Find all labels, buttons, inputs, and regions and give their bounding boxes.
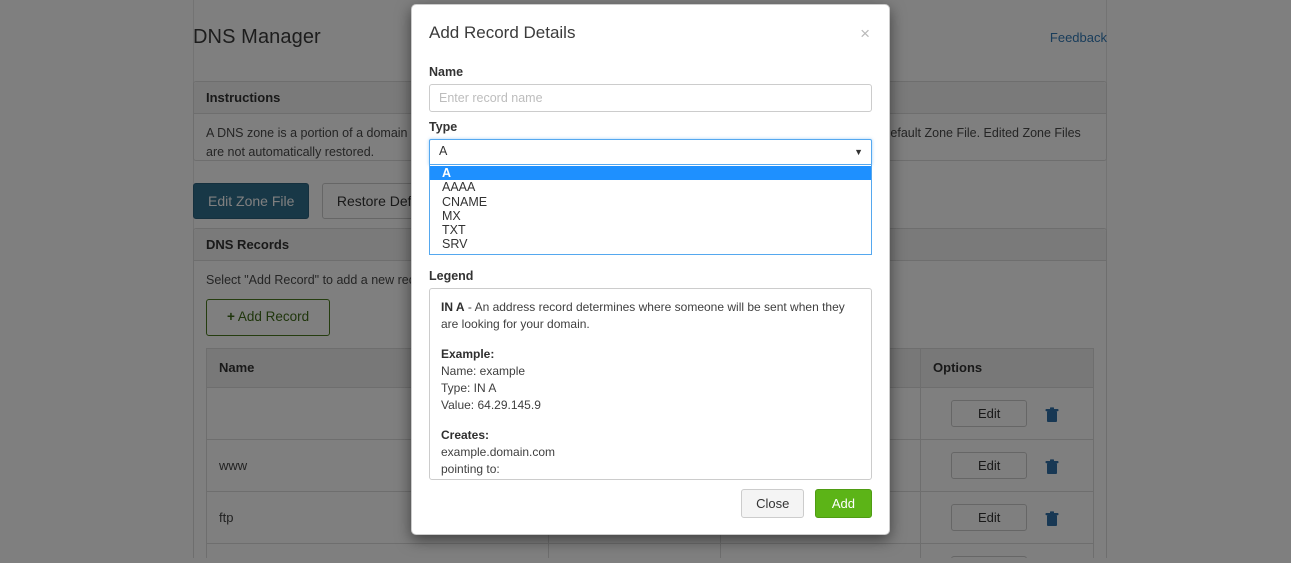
record-type-select[interactable]: A ▼ [429, 139, 872, 165]
close-button[interactable]: Close [741, 489, 805, 518]
modal-body: Name Type A ▼ AAAAACNAMEMXTXTSRV Legend … [412, 65, 889, 486]
legend-creates-heading: Creates: [441, 428, 490, 443]
record-name-input[interactable] [429, 84, 872, 112]
modal-footer: Close Add [412, 475, 889, 534]
record-type-option-a[interactable]: A [430, 166, 871, 181]
legend-example-heading: Example: [441, 347, 495, 362]
add-button[interactable]: Add [814, 489, 872, 518]
legend-creates-domain: example.domain.com [441, 445, 556, 460]
record-type-option-txt[interactable]: TXT [430, 223, 871, 237]
legend-description: - An address record determines where som… [441, 300, 845, 332]
record-type-option-srv[interactable]: SRV [430, 237, 871, 251]
legend-example-type: Type: IN A [441, 381, 497, 396]
legend-record-type: IN A [441, 300, 465, 314]
type-field-label: Type [429, 120, 458, 134]
modal-header: Add Record Details × [412, 5, 889, 57]
record-type-option-cname[interactable]: CNAME [430, 195, 871, 209]
record-type-select-wrapper: A ▼ A AAAA CNAME MX TXT SRV [429, 139, 872, 255]
record-type-option-aaaa[interactable]: AAAA [430, 180, 871, 194]
record-type-selected-value: A [439, 144, 448, 158]
name-field-label: Name [429, 65, 464, 79]
legend-example-name: Name: example [441, 364, 526, 379]
legend-example-value: Value: 64.29.145.9 [441, 398, 541, 413]
close-icon[interactable]: × [856, 23, 874, 44]
legend-description-line: IN A - An address record determines wher… [441, 299, 860, 333]
record-type-option-mx[interactable]: MX [430, 209, 871, 223]
record-type-option-list[interactable]: A AAAA CNAME MX TXT SRV [429, 165, 872, 255]
chevron-down-icon: ▼ [854, 147, 863, 157]
legend-box: IN A - An address record determines wher… [429, 288, 872, 480]
add-record-modal: Add Record Details × Name Type A ▼ AAAAA… [411, 4, 890, 535]
modal-title: Add Record Details [429, 23, 576, 42]
legend-label: Legend [429, 269, 474, 283]
